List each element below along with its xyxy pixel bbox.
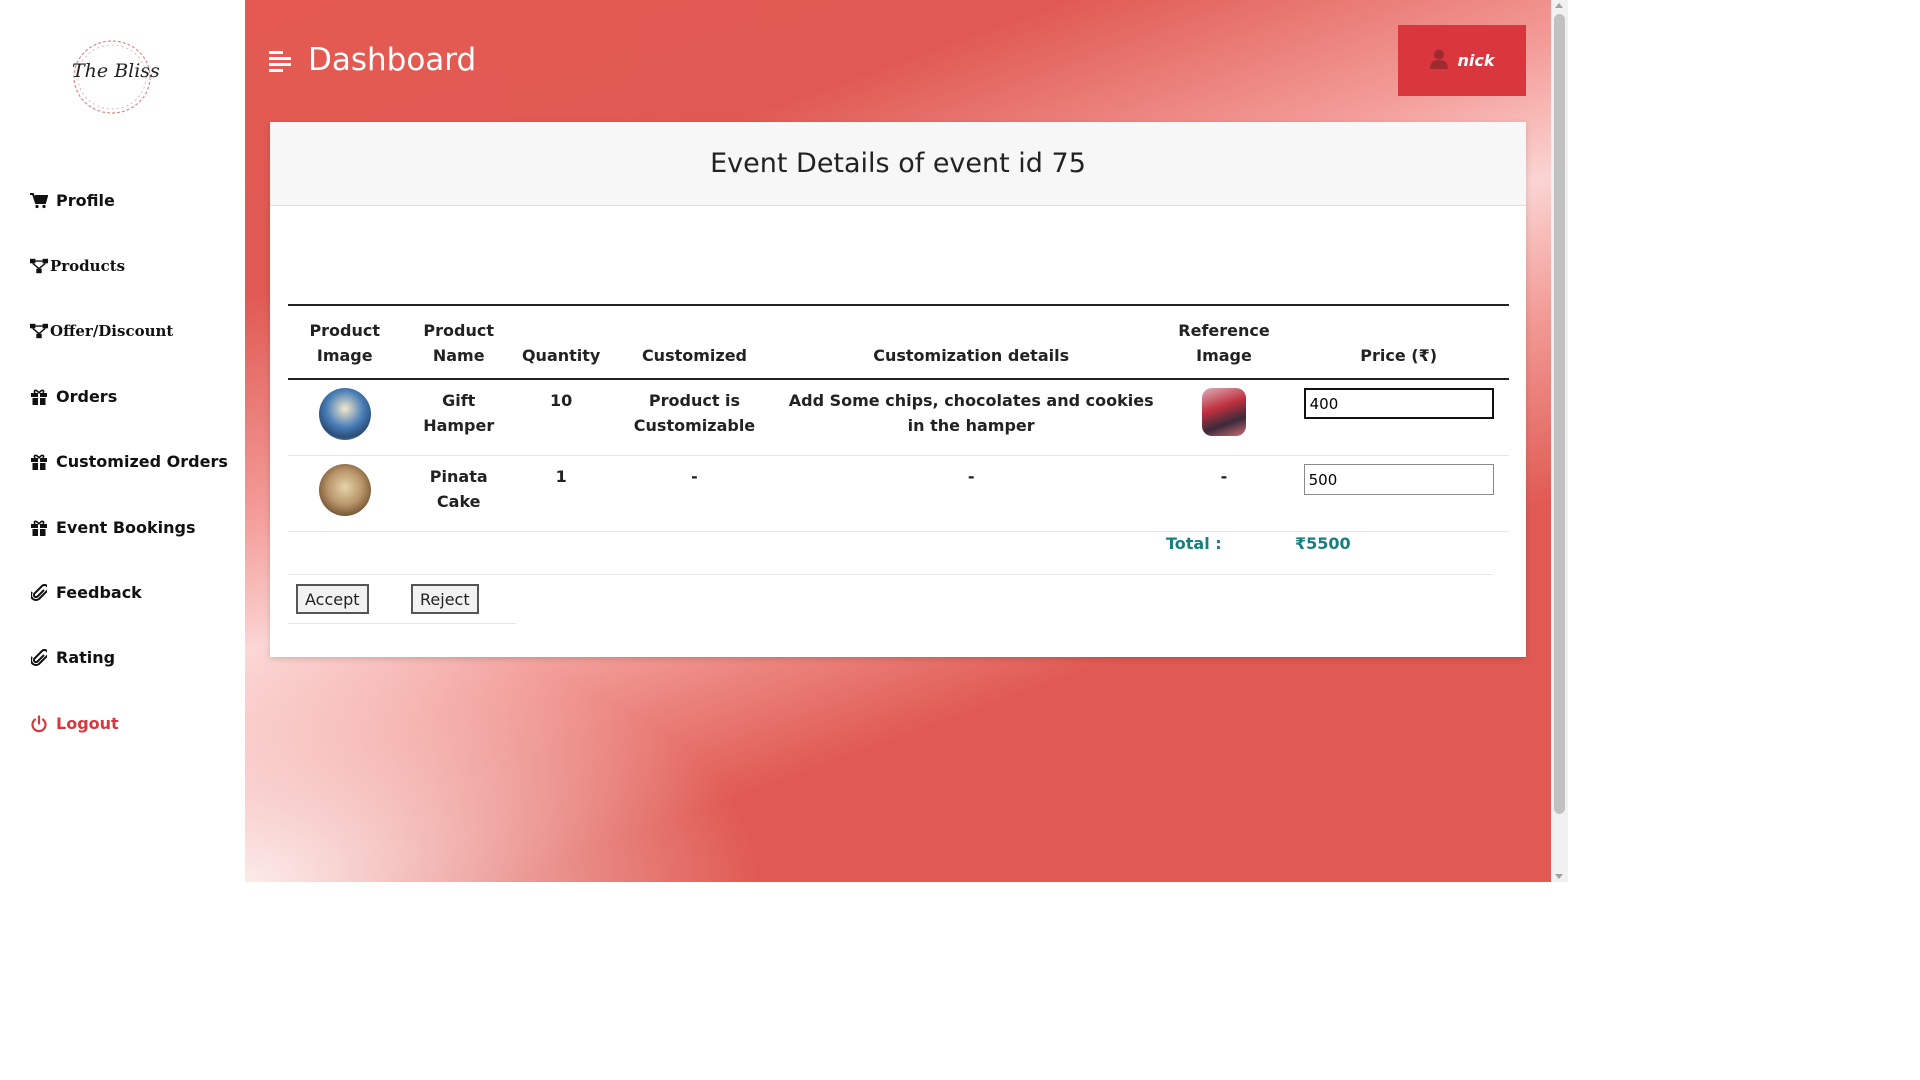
sidebar-item-label: Orders bbox=[56, 387, 118, 406]
sidebar-item-event-bookings[interactable]: Event Bookings bbox=[30, 518, 196, 537]
sidebar-item-label: Products bbox=[50, 257, 126, 275]
sidebar-item-label: Rating bbox=[56, 648, 116, 667]
sidebar-item-rating[interactable]: Rating bbox=[30, 648, 115, 667]
total-value: ₹5500 bbox=[1295, 534, 1351, 553]
column-header: Customization details bbox=[873, 346, 1070, 365]
paperclip-icon bbox=[30, 583, 48, 602]
sidebar-item-offer-discount[interactable]: Offer/Discount bbox=[30, 322, 173, 340]
sidebar-item-logout[interactable]: Logout bbox=[30, 714, 119, 733]
quantity: 10 bbox=[550, 391, 573, 410]
sidebar-item-label: Feedback bbox=[56, 583, 142, 602]
column-header: Reference Image bbox=[1178, 321, 1270, 365]
brand-logo[interactable]: The Bliss bbox=[72, 60, 160, 82]
card-header: Event Details of event id 75 bbox=[270, 122, 1526, 206]
reject-button[interactable]: Reject bbox=[411, 584, 479, 614]
total-row: Total : ₹5500 bbox=[288, 509, 1493, 575]
accept-button[interactable]: Accept bbox=[296, 584, 369, 614]
page-title: Dashboard bbox=[308, 42, 477, 78]
customized: Product is Customizable bbox=[633, 391, 756, 435]
cart-icon bbox=[30, 192, 48, 210]
scroll-down-icon[interactable] bbox=[1555, 874, 1563, 879]
power-icon bbox=[30, 714, 48, 733]
user-icon bbox=[1429, 49, 1448, 73]
gift-icon bbox=[30, 519, 48, 537]
sidebar-item-profile[interactable]: Profile bbox=[30, 191, 115, 210]
price-input[interactable] bbox=[1303, 388, 1494, 419]
table-header-row: Product Image Product Name Quantity Cust… bbox=[288, 305, 1509, 379]
sidebar-item-customized-orders[interactable]: Customized Orders bbox=[30, 452, 228, 471]
event-details-card: Event Details of event id 75 Product Ima… bbox=[270, 122, 1526, 657]
sidebar-item-label: Customized Orders bbox=[56, 452, 228, 471]
event-products-table: Product Image Product Name Quantity Cust… bbox=[288, 304, 1509, 532]
sidebar-item-label: Event Bookings bbox=[56, 518, 196, 537]
product-name: Gift Hamper bbox=[423, 391, 495, 435]
user-menu-button[interactable]: nick bbox=[1398, 25, 1526, 96]
reference-image bbox=[1201, 388, 1246, 436]
product-image-cell bbox=[288, 379, 401, 456]
sidebar-item-feedback[interactable]: Feedback bbox=[30, 583, 142, 602]
sitemap-icon bbox=[30, 322, 48, 340]
user-name: nick bbox=[1457, 51, 1495, 70]
sidebar-item-label: Offer/Discount bbox=[50, 322, 174, 340]
customization-details: Add Some chips, chocolates and cookies i… bbox=[788, 391, 1154, 435]
page-scrollbar[interactable] bbox=[1551, 0, 1568, 882]
column-header: Product Image bbox=[309, 321, 381, 365]
scroll-up-icon[interactable] bbox=[1555, 3, 1563, 8]
scrollbar-thumb[interactable] bbox=[1554, 14, 1565, 814]
sidebar-item-label: Profile bbox=[56, 191, 115, 210]
sitemap-icon bbox=[30, 257, 48, 275]
sidebar-item-label: Logout bbox=[56, 714, 119, 733]
sidebar-item-orders[interactable]: Orders bbox=[30, 387, 117, 406]
menu-toggle-icon[interactable] bbox=[269, 51, 291, 72]
card-title: Event Details of event id 75 bbox=[710, 148, 1086, 179]
sidebar: The Bliss Profile Products Offer/Discoun… bbox=[0, 0, 245, 882]
sidebar-item-products[interactable]: Products bbox=[30, 257, 125, 275]
column-header: Quantity bbox=[521, 346, 601, 365]
column-header: Customized bbox=[641, 346, 748, 365]
column-header: Product Name bbox=[423, 321, 495, 365]
product-image bbox=[318, 388, 371, 440]
gift-icon bbox=[30, 388, 48, 406]
table-row: Gift Hamper 10 Product is Customizable A… bbox=[288, 379, 1509, 456]
reference-image-cell bbox=[1160, 379, 1289, 456]
paperclip-icon bbox=[30, 648, 48, 667]
column-header: Price (₹) bbox=[1360, 346, 1438, 365]
action-row: Accept Reject bbox=[288, 575, 516, 624]
total-label: Total : bbox=[1166, 534, 1222, 553]
price-input[interactable] bbox=[1303, 464, 1494, 495]
gift-icon bbox=[30, 453, 48, 471]
price-cell bbox=[1288, 379, 1509, 456]
